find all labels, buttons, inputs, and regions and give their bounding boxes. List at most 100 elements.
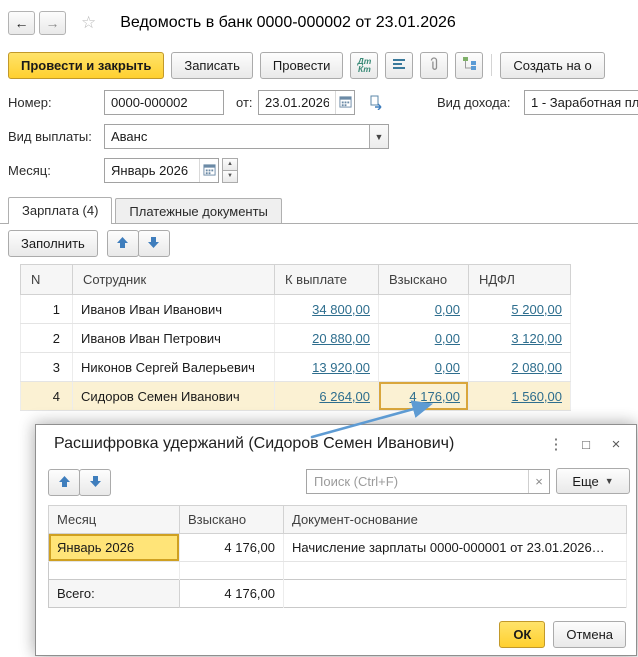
move-buttons	[106, 230, 170, 257]
ok-button[interactable]: ОК	[499, 621, 546, 648]
withheld-link[interactable]: 0,00	[435, 302, 460, 317]
total-value: 4 176,00	[179, 579, 284, 608]
payment-type-field: ▼	[104, 124, 389, 149]
month-step-up-button[interactable]: ▲	[222, 158, 238, 171]
number-input[interactable]	[105, 91, 223, 114]
dialog-close-button[interactable]: ×	[601, 432, 631, 456]
post-and-close-button[interactable]: Провести и закрыть	[8, 51, 165, 79]
create-based-on-button[interactable]: Создать на о	[500, 51, 605, 79]
more-actions-button[interactable]: Еще ▼	[556, 468, 630, 494]
tab-payment-documents[interactable]: Платежные документы	[115, 198, 282, 223]
dialog-move-down-button[interactable]	[79, 469, 111, 496]
move-down-icon	[89, 475, 102, 491]
cell-month-selected[interactable]: Январь 2026	[48, 533, 180, 562]
post-button[interactable]: Провести	[259, 51, 344, 79]
withheld-link[interactable]: 0,00	[435, 360, 460, 375]
month-calendar-button[interactable]	[199, 159, 218, 182]
cell-row-number[interactable]: 1	[20, 294, 73, 324]
move-down-button[interactable]	[137, 230, 170, 257]
column-header-document[interactable]: Документ-основание	[283, 505, 627, 534]
reports-button[interactable]	[385, 51, 414, 79]
payment-type-input[interactable]	[105, 125, 369, 148]
column-header-n[interactable]: N	[20, 264, 73, 295]
attachments-button[interactable]	[420, 51, 449, 79]
cell-ndfl: 5 200,00	[468, 294, 571, 324]
cell-employee[interactable]: Никонов Сергей Валерьевич	[72, 352, 275, 382]
cell-employee[interactable]: Сидоров Семен Иванович	[72, 381, 275, 411]
payout-link[interactable]: 6 264,00	[319, 389, 370, 404]
income-type-input[interactable]	[525, 91, 638, 114]
favorite-star-icon[interactable]: ☆	[81, 13, 96, 33]
calendar-icon	[202, 163, 216, 179]
withheld-link[interactable]: 4 176,00	[409, 389, 460, 404]
table-row: 1 Иванов Иван Иванович 34 800,00 0,00 5 …	[20, 294, 571, 324]
date-calendar-button[interactable]	[335, 91, 354, 114]
forward-button[interactable]: →	[39, 11, 66, 35]
column-header-ndfl[interactable]: НДФЛ	[468, 264, 571, 295]
dialog-footer: ОК Отмена	[499, 621, 626, 648]
payout-link[interactable]: 20 880,00	[312, 331, 370, 346]
date-input[interactable]	[259, 91, 335, 114]
month-field	[104, 158, 219, 183]
cell-withheld[interactable]: 4 176,00	[179, 533, 284, 562]
tab-salary[interactable]: Зарплата (4)	[8, 197, 113, 224]
structure-icon	[462, 56, 477, 74]
dialog-move-up-button[interactable]	[48, 469, 80, 496]
dialog-maximize-button[interactable]: □	[571, 432, 601, 456]
chevron-down-icon: ▼	[374, 131, 384, 142]
cell-employee[interactable]: Иванов Иван Иванович	[72, 294, 275, 324]
structure-button[interactable]	[455, 51, 484, 79]
month-step-down-button[interactable]: ▼	[222, 171, 238, 183]
toolbar-separator	[491, 54, 493, 76]
spin-down-icon: ▼	[227, 173, 233, 179]
column-header-withheld[interactable]: Взыскано	[378, 264, 469, 295]
cell-withheld: 0,00	[378, 352, 469, 382]
related-documents-button[interactable]	[366, 92, 388, 114]
tab-strip: Зарплата (4) Платежные документы	[0, 194, 638, 224]
payout-link[interactable]: 34 800,00	[312, 302, 370, 317]
table-row-selected: 4 Сидоров Семен Иванович 6 264,00 4 176,…	[20, 381, 571, 411]
payout-link[interactable]: 13 920,00	[312, 360, 370, 375]
ndfl-link[interactable]: 2 080,00	[511, 360, 562, 375]
column-header-payout[interactable]: К выплате	[274, 264, 379, 295]
dialog-window-controls: ⋮ □ ×	[541, 432, 631, 456]
back-icon: ←	[14, 15, 29, 31]
column-header-employee[interactable]: Сотрудник	[72, 264, 275, 295]
report-icon	[392, 57, 406, 74]
column-header-month[interactable]: Месяц	[48, 505, 180, 534]
table-total-row: Всего: 4 176,00	[48, 579, 627, 608]
spin-up-icon: ▲	[227, 161, 233, 167]
cancel-button[interactable]: Отмена	[553, 621, 626, 648]
cell-employee[interactable]: Иванов Иван Петрович	[72, 323, 275, 353]
clear-search-button[interactable]: ×	[528, 470, 549, 493]
cell-row-number[interactable]: 2	[20, 323, 73, 353]
cell-payout: 6 264,00	[274, 381, 379, 411]
ndfl-link[interactable]: 5 200,00	[511, 302, 562, 317]
dialog-move-buttons	[48, 469, 111, 496]
cell-row-number[interactable]: 4	[20, 381, 73, 411]
table-toolbar: Заполнить	[8, 230, 170, 257]
column-header-withheld[interactable]: Взыскано	[179, 505, 284, 534]
move-up-button[interactable]	[106, 230, 139, 257]
payment-type-dropdown-button[interactable]: ▼	[369, 125, 388, 148]
dtkt-button[interactable]: Дт Кт	[350, 51, 379, 79]
ndfl-link[interactable]: 3 120,00	[511, 331, 562, 346]
cell-row-number[interactable]: 3	[20, 352, 73, 382]
table-header-row: Месяц Взыскано Документ-основание	[48, 505, 627, 534]
maximize-icon: □	[582, 436, 590, 452]
month-label: Месяц:	[8, 163, 51, 178]
month-input[interactable]	[105, 159, 199, 182]
dialog-more-button[interactable]: ⋮	[541, 432, 571, 456]
withheld-link[interactable]: 0,00	[435, 331, 460, 346]
back-button[interactable]: ←	[8, 11, 35, 35]
date-field	[258, 90, 355, 115]
cell-document[interactable]: Начисление зарплаты 0000-000001 от 23.01…	[283, 533, 627, 562]
ndfl-link[interactable]: 1 560,00	[511, 389, 562, 404]
month-stepper: ▲ ▼	[222, 158, 238, 183]
fill-button[interactable]: Заполнить	[8, 230, 98, 257]
search-input[interactable]	[307, 470, 528, 493]
date-label: от:	[236, 95, 253, 110]
save-button[interactable]: Записать	[171, 51, 253, 79]
withholding-details-dialog: Расшифровка удержаний (Сидоров Семен Ива…	[35, 424, 637, 656]
total-label: Всего:	[48, 579, 180, 608]
